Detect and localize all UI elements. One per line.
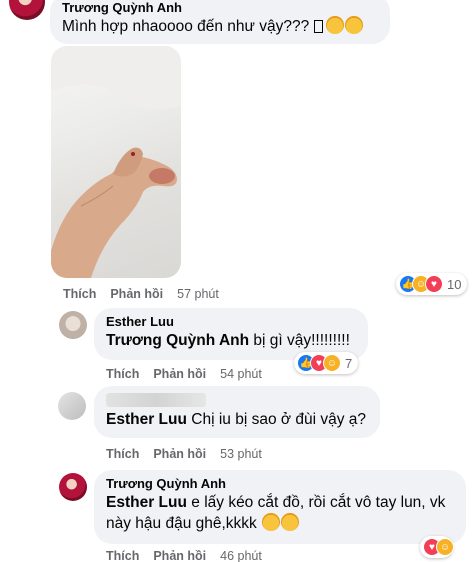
like-button[interactable]: Thích	[106, 366, 139, 382]
comment-text-body: Mình hợp nhaoooo đến như vậy???	[62, 18, 310, 35]
hand-photo-icon	[51, 46, 181, 278]
blurred-author	[106, 393, 206, 407]
comment-text: Mình hợp nhaoooo đến như vậy???	[62, 16, 378, 37]
mention-link[interactable]: Esther Luu	[106, 411, 187, 428]
reply-author[interactable]: Esther Luu	[106, 314, 356, 330]
reply-actions: Thích Phản hồi 54 phút	[106, 366, 262, 382]
reply-text: Esther Luu Chị iu bị sao ở đùi vậy ạ?	[106, 409, 368, 430]
reaction-count: 7	[345, 355, 353, 371]
reply-button[interactable]: Phản hồi	[153, 446, 206, 462]
reply-bubble: Trương Quỳnh Anh Esther Luu e lấy kéo cắ…	[94, 470, 466, 544]
avatar[interactable]	[9, 0, 45, 20]
reply-bubble: Esther Luu Chị iu bị sao ở đùi vậy ạ?	[94, 386, 380, 438]
like-button[interactable]: Thích	[63, 286, 96, 302]
reply-button[interactable]: Phản hồi	[110, 286, 163, 302]
comment-photo[interactable]	[51, 46, 181, 278]
care-icon: ☺	[436, 538, 454, 556]
reply-button[interactable]: Phản hồi	[153, 548, 206, 562]
comment-actions: Thích Phản hồi 57 phút	[63, 286, 219, 302]
reply-actions: Thích Phản hồi 53 phút	[106, 446, 262, 462]
avatar[interactable]	[58, 392, 86, 420]
reply-button[interactable]: Phản hồi	[153, 366, 206, 382]
missing-glyph-icon	[313, 20, 323, 33]
comment-time[interactable]: 57 phút	[177, 286, 219, 302]
reaction-summary[interactable]: 👍 ♥ ☺ 7	[294, 352, 359, 374]
reply-time[interactable]: 53 phút	[220, 446, 262, 462]
laughing-emoji-icon	[344, 16, 363, 34]
reaction-summary[interactable]: ♥ ☺	[420, 536, 454, 558]
reply-text: Esther Luu e lấy kéo cắt đồ, rồi cắt vô …	[106, 492, 454, 534]
reply-text-body: bị gì vậy!!!!!!!!!	[253, 332, 350, 349]
mention-link[interactable]: Trương Quỳnh Anh	[106, 332, 249, 349]
avatar[interactable]	[59, 473, 87, 501]
reaction-summary[interactable]: 👍 ☺ ♥ 10	[396, 273, 468, 295]
care-icon: ☺	[323, 354, 341, 372]
love-icon: ♥	[425, 275, 443, 293]
like-button[interactable]: Thích	[106, 446, 139, 462]
laughing-emoji-icon	[325, 16, 344, 34]
like-button[interactable]: Thích	[106, 548, 139, 562]
reply-text: Trương Quỳnh Anh bị gì vậy!!!!!!!!!	[106, 330, 356, 351]
comment-author[interactable]: Trương Quỳnh Anh	[62, 0, 378, 16]
grinning-emoji-icon	[262, 513, 281, 531]
mention-link[interactable]: Esther Luu	[106, 494, 187, 511]
grinning-emoji-icon	[281, 513, 300, 531]
reaction-count: 10	[447, 276, 462, 292]
reply-actions: Thích Phản hồi 46 phút	[106, 548, 262, 562]
comment-bubble: Trương Quỳnh Anh Mình hợp nhaoooo đến nh…	[50, 0, 390, 44]
reply-time[interactable]: 54 phút	[220, 366, 262, 382]
reply-text-body: Chị iu bị sao ở đùi vậy ạ?	[191, 411, 366, 428]
reply-author[interactable]: Trương Quỳnh Anh	[106, 476, 454, 492]
avatar[interactable]	[59, 311, 87, 339]
reply-time[interactable]: 46 phút	[220, 548, 262, 562]
